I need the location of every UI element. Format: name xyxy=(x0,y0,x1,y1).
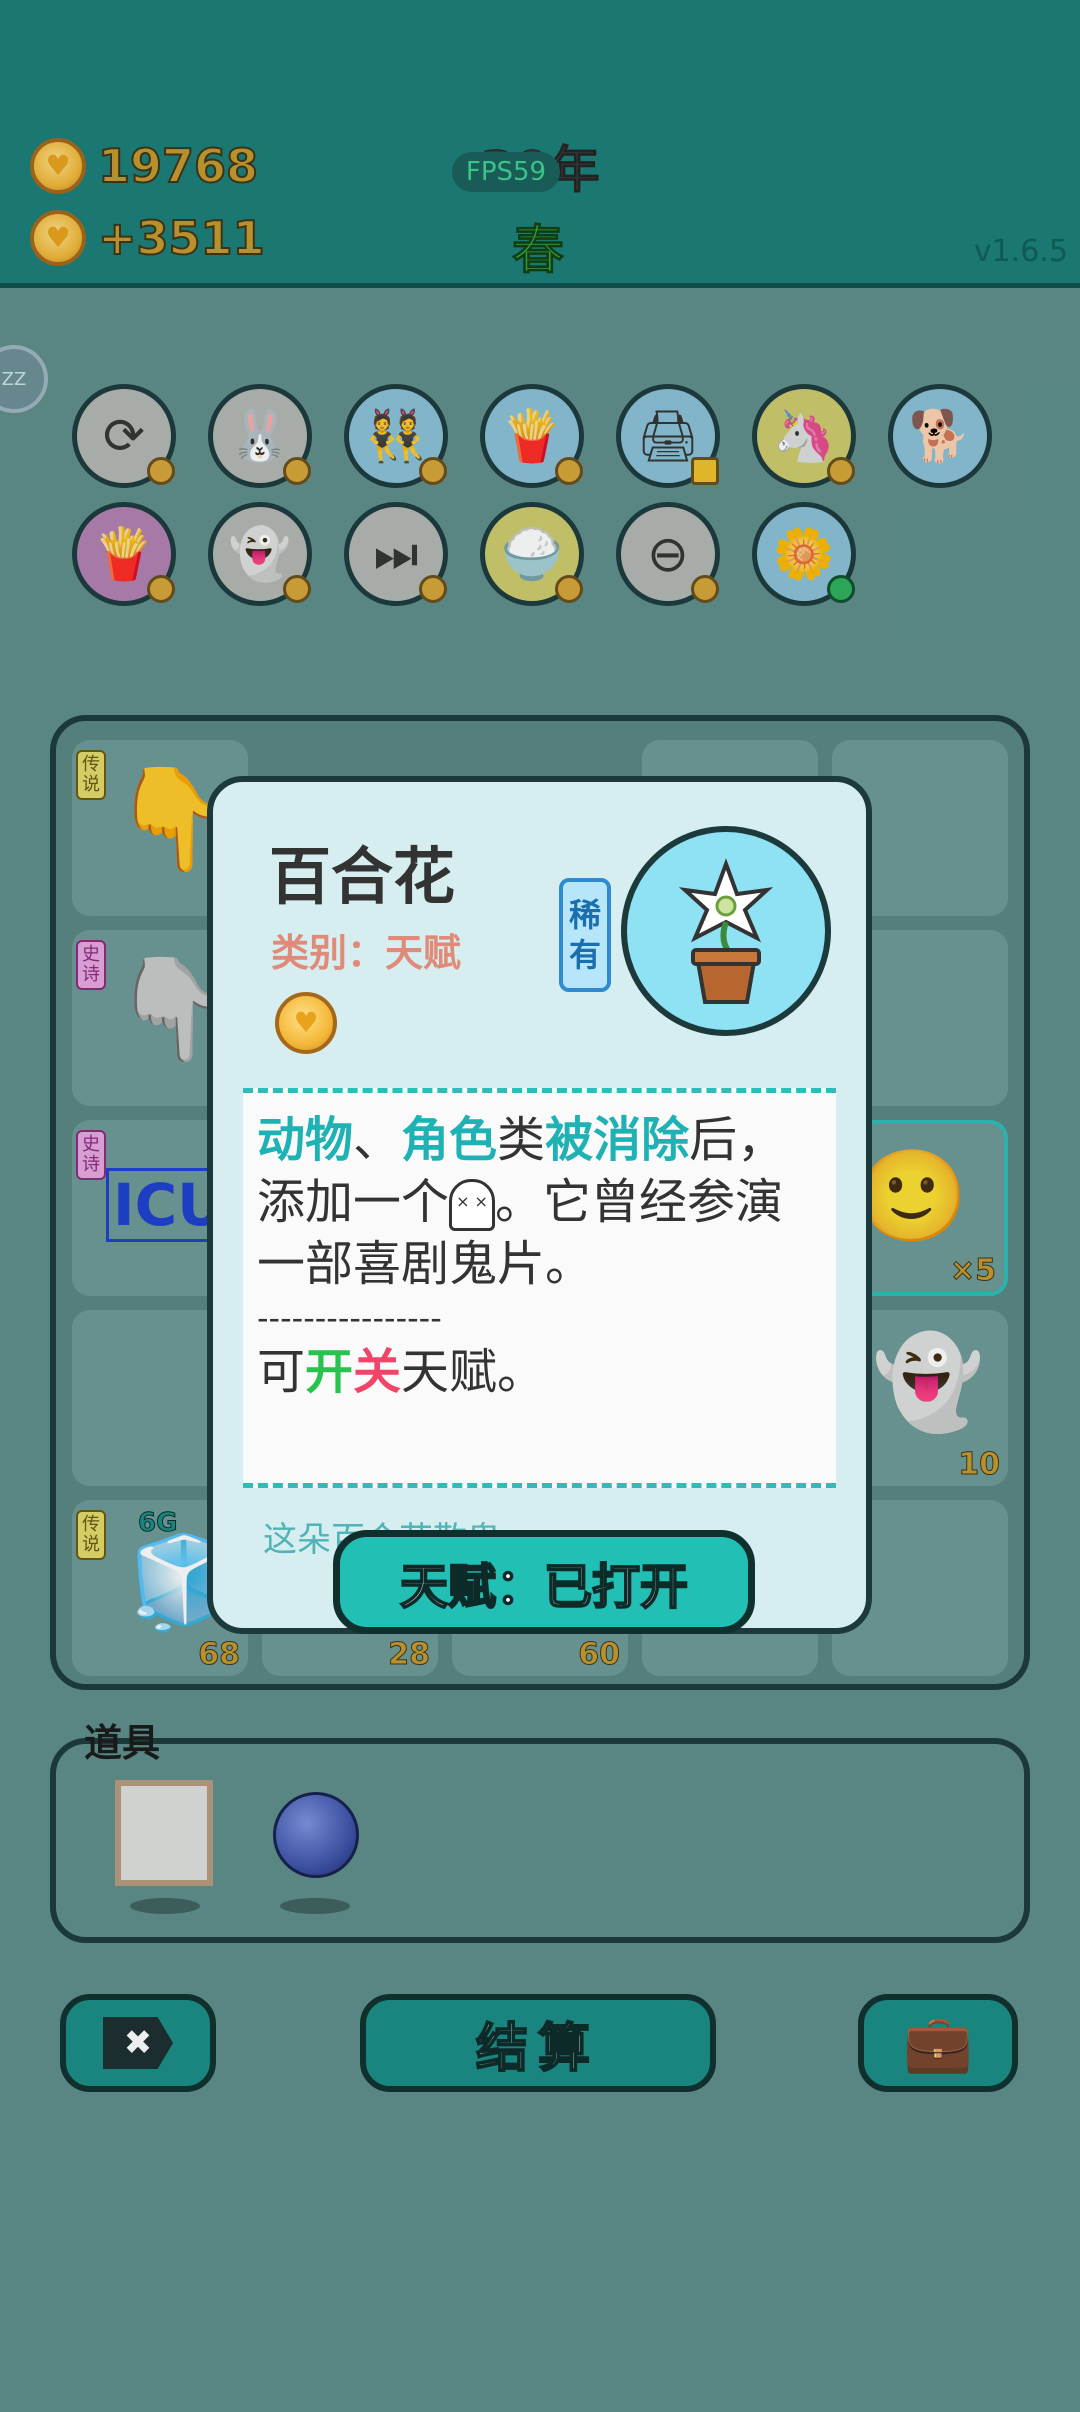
ghost-icon: × × xyxy=(449,1179,496,1231)
rarity-badge: 稀 有 xyxy=(559,878,611,992)
talent-toggle-button[interactable]: 天赋：已打开 xyxy=(333,1530,755,1634)
item-title: 百合花 xyxy=(269,840,456,913)
item-detail-modal: 百合花 类别：天赋 ♥ 稀 有 动物、角色类被消除后， 添加一个 × × 。它曾经参… xyxy=(207,776,872,1634)
lily-icon xyxy=(678,858,774,1004)
talent-toggle-label: 天赋：已打开 xyxy=(399,1558,689,1616)
item-description: 动物、角色类被消除后， 添加一个 × × 。它曾经参演 一部喜剧鬼片。 ------… xyxy=(243,1088,836,1488)
coin-icon: ♥ xyxy=(275,992,337,1054)
lily-portrait xyxy=(621,826,831,1036)
item-category: 类别：天赋 xyxy=(271,931,462,975)
